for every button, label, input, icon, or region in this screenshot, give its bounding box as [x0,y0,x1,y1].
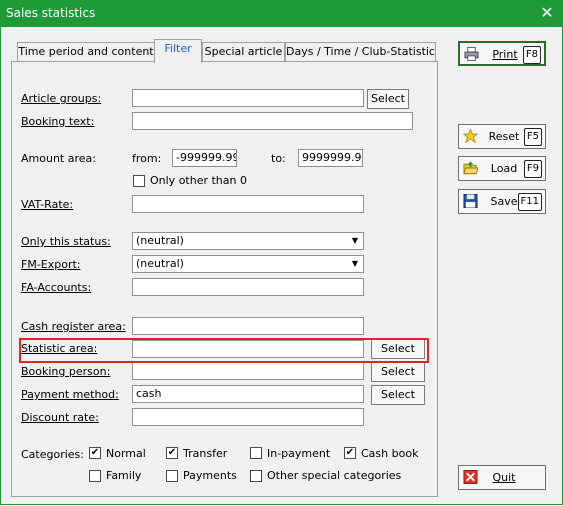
quit-button[interactable]: Quit [458,465,546,490]
category-cash-book-checkbox[interactable]: ✔ [344,447,356,459]
tab-time-period[interactable]: Time period and content [17,42,155,62]
category-transfer-checkbox[interactable]: ✔ [166,447,178,459]
quit-label: Quit [492,471,516,484]
category-cash-book-label: Cash book [361,447,419,460]
cash-register-label: Cash register area: [21,320,126,333]
only-status-select[interactable]: (neutral) ▼ [132,232,364,250]
vat-rate-label: VAT-Rate: [21,198,74,211]
payment-method-label: Payment method: [21,388,119,401]
statistic-area-input[interactable] [132,340,364,358]
discount-rate-label: Discount rate: [21,411,99,424]
booking-text-label: Booking text: [21,115,95,128]
amount-to-label: to: [271,152,286,165]
amount-from-label: from: [132,152,162,165]
amount-to-input[interactable]: 9999999.99 [298,149,363,167]
print-button[interactable]: Print F8 [458,41,546,66]
fm-export-value: (neutral) [136,257,184,270]
payment-method-input[interactable]: cash [132,385,364,403]
booking-person-select-button[interactable]: Select [371,362,425,382]
booking-person-input[interactable] [132,362,364,380]
chevron-down-icon[interactable]: ▼ [348,257,362,271]
chevron-down-icon[interactable]: ▼ [348,234,362,248]
category-family-label: Family [106,469,142,482]
only-other-label: Only other than 0 [150,174,247,187]
printer-icon [464,47,479,61]
only-other-checkbox[interactable] [133,175,145,187]
save-shortcut: F11 [517,193,542,211]
print-shortcut: F8 [522,46,541,64]
tab-special-article[interactable]: Special article [202,42,285,62]
category-other-special-label: Other special categories [267,469,402,482]
category-family-checkbox[interactable] [89,470,101,482]
fm-export-label: FM-Export: [21,258,81,271]
red-x-icon [463,470,478,484]
payment-method-select-button[interactable]: Select [371,385,425,405]
star-icon [463,129,478,143]
amount-from-input[interactable]: -999999.99 [172,149,237,167]
folder-open-icon [463,161,478,175]
only-status-value: (neutral) [136,234,184,247]
category-in-payment-label: In-payment [267,447,331,460]
fa-accounts-label: FA-Accounts: [21,281,92,294]
category-payments-checkbox[interactable] [166,470,178,482]
close-icon[interactable]: ✕ [537,3,557,23]
article-groups-label: Article groups: [21,92,102,105]
reset-shortcut: F5 [523,128,542,146]
statistic-area-label: Statistic area: [21,342,98,355]
tab-days-time-club[interactable]: Days / Time / Club-Statistic [285,42,436,62]
cash-register-input[interactable] [132,317,364,335]
amount-area-label: Amount area: [21,152,96,165]
discount-rate-input[interactable] [132,408,364,426]
booking-text-input[interactable] [132,112,413,130]
booking-person-label: Booking person: [21,365,111,378]
category-other-special-checkbox[interactable] [250,470,262,482]
only-status-label: Only this status: [21,235,111,248]
load-label: Load [490,162,518,175]
save-label: Save [490,195,518,208]
fm-export-select[interactable]: (neutral) ▼ [132,255,364,273]
tab-filter[interactable]: Filter [154,39,202,63]
window-title: Sales statistics [6,6,96,20]
floppy-disk-icon [463,194,478,208]
categories-label: Categories: [21,448,84,461]
fa-accounts-input[interactable] [132,278,364,296]
print-label: Print [492,48,518,61]
article-groups-input[interactable] [132,89,364,107]
load-shortcut: F9 [523,160,542,178]
vat-rate-input[interactable] [132,195,364,213]
statistic-area-select-button[interactable]: Select [371,339,425,359]
article-groups-select-button[interactable]: Select [367,89,409,109]
load-button[interactable]: Load F9 [458,156,546,181]
category-in-payment-checkbox[interactable] [250,447,262,459]
reset-button[interactable]: Reset F5 [458,124,546,149]
save-button[interactable]: Save F11 [458,189,546,214]
category-normal-label: Normal [106,447,146,460]
reset-label: Reset [488,130,520,143]
category-normal-checkbox[interactable]: ✔ [89,447,101,459]
category-transfer-label: Transfer [183,447,228,460]
category-payments-label: Payments [183,469,237,482]
